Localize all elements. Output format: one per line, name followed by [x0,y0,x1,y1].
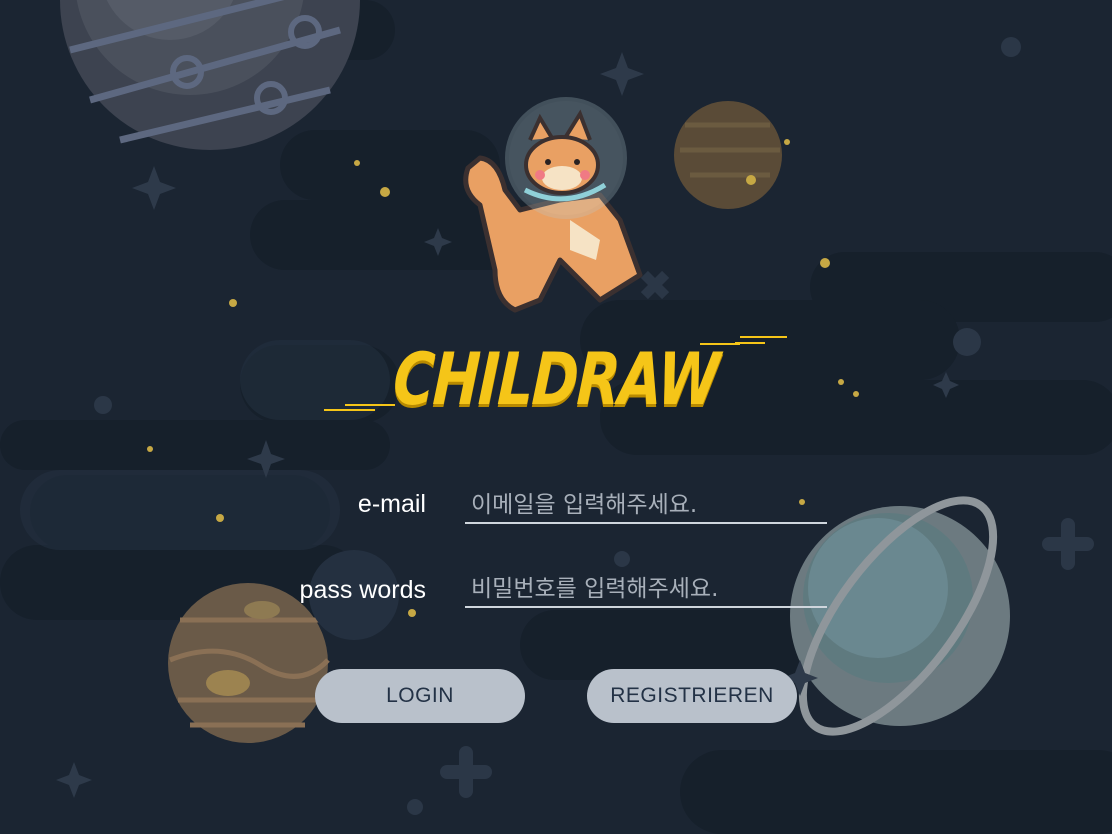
app-logo-title: CHILDRAW [391,337,721,421]
email-label: e-mail [357,490,426,518]
password-label: pass words [299,576,426,604]
planet-icon [168,583,330,743]
password-field[interactable] [465,572,827,608]
planet-icon [674,101,782,209]
register-button[interactable]: REGISTRIEREN [587,669,797,723]
email-field[interactable] [465,488,827,524]
login-button[interactable]: LOGIN [315,669,525,723]
